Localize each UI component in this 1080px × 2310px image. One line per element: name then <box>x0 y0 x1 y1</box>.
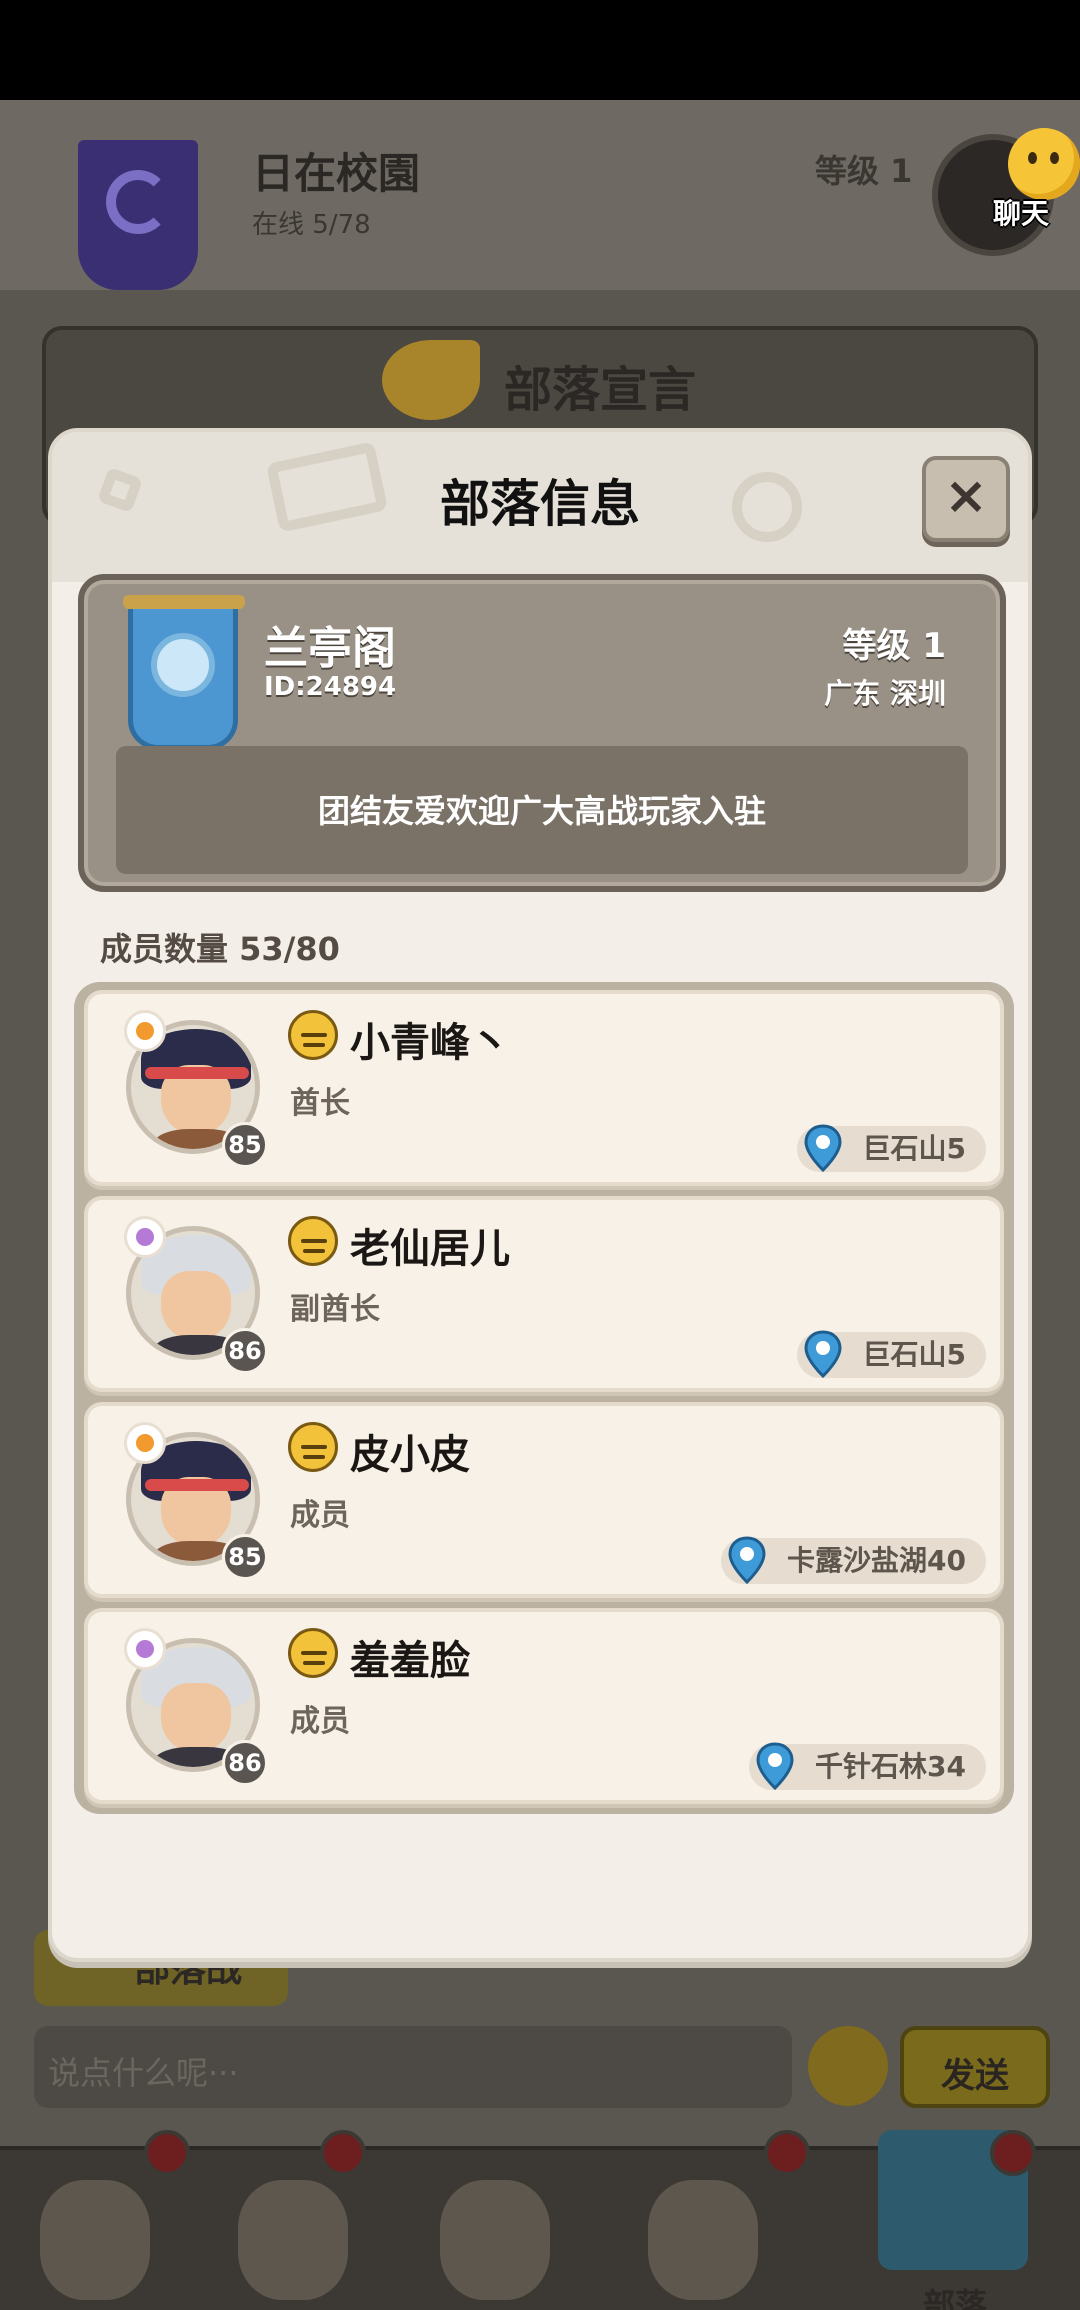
tribe-slogan: 团结友爱欢迎广大高战玩家入驻 <box>317 792 766 830</box>
member-role: 酋长 <box>290 1086 350 1121</box>
level-badge: 86 <box>222 1740 268 1786</box>
level-badge: 85 <box>222 1122 268 1168</box>
member-row[interactable]: 85 小青峰丶 酋长 巨石山5 <box>84 990 1004 1186</box>
tribe-banner-icon <box>78 140 198 290</box>
chat-input[interactable]: 说点什么呢··· <box>34 2026 792 2108</box>
member-role: 成员 <box>290 1704 350 1739</box>
emoji-icon <box>288 1422 338 1472</box>
emoji-icon <box>288 1628 338 1678</box>
level-badge: 86 <box>222 1328 268 1374</box>
location-pin-icon <box>756 1742 794 1790</box>
member-name: 老仙居儿 <box>350 1226 510 1272</box>
location-pill: 千针石林34 <box>749 1742 986 1790</box>
member-name: 皮小皮 <box>350 1432 470 1478</box>
notification-badge <box>764 2130 810 2176</box>
nav-hero-icon[interactable] <box>40 2180 150 2300</box>
nav-character-icon[interactable] <box>238 2180 348 2300</box>
tribe-level: 等级 1 <box>842 626 947 666</box>
chat-input-placeholder: 说点什么呢··· <box>48 2054 239 2092</box>
emoji-icon[interactable] <box>808 2026 888 2106</box>
class-icon <box>124 1422 166 1464</box>
notification-badge <box>990 2130 1036 2176</box>
member-role: 副酋长 <box>290 1292 380 1327</box>
close-button[interactable]: × <box>922 456 1010 542</box>
class-icon <box>124 1216 166 1258</box>
emoji-icon <box>288 1010 338 1060</box>
class-icon <box>124 1628 166 1670</box>
tribe-info-dialog: 部落信息 × 兰亭阁 ID:24894 等级 1 广东 深圳 团结友爱欢迎广大高… <box>48 428 1032 1962</box>
online-count: 在线 5/78 <box>252 210 371 240</box>
location-pin-icon <box>804 1330 842 1378</box>
declaration-title: 部落宣言 <box>504 362 697 418</box>
member-location: 巨石山5 <box>862 1132 966 1165</box>
member-row[interactable]: 85 皮小皮 成员 卡露沙盐湖40 <box>84 1402 1004 1598</box>
tribe-name: 兰亭阁 <box>264 623 396 674</box>
tribe-header: 日在校園 在线 5/78 等级 1 <box>0 100 1080 290</box>
tribe-flag-icon <box>123 595 245 750</box>
tribe-title: 日在校園 <box>252 149 421 198</box>
location-pill: 巨石山5 <box>796 1124 986 1172</box>
tribe-slogan-box: 团结友爱欢迎广大高战玩家入驻 <box>116 746 968 874</box>
tribe-level: 等级 1 <box>815 152 913 190</box>
notification-badge <box>144 2130 190 2176</box>
close-icon: × <box>944 466 988 526</box>
dialog-header: 部落信息 × <box>52 432 1028 582</box>
location-pin-icon <box>728 1536 766 1584</box>
member-location: 卡露沙盐湖40 <box>787 1544 966 1577</box>
member-name: 羞羞脸 <box>350 1638 470 1684</box>
location-pill: 卡露沙盐湖40 <box>721 1536 986 1584</box>
location-pill: 巨石山5 <box>796 1330 986 1378</box>
tribe-info-card: 兰亭阁 ID:24894 等级 1 广东 深圳 团结友爱欢迎广大高战玩家入驻 <box>78 574 1006 892</box>
tribe-id: ID:24894 <box>264 672 397 702</box>
nav-pet-icon[interactable] <box>648 2180 758 2300</box>
member-location: 千针石林34 <box>815 1750 966 1783</box>
member-count: 成员数量 53/80 <box>100 930 340 968</box>
member-row[interactable]: 86 老仙居儿 副酋长 巨石山5 <box>84 1196 1004 1392</box>
class-icon <box>124 1010 166 1052</box>
emoji-icon <box>288 1216 338 1266</box>
tribe-location: 广东 深圳 <box>824 677 946 710</box>
chat-label: 聊天 <box>992 197 1049 230</box>
member-row[interactable]: 86 羞羞脸 成员 千针石林34 <box>84 1608 1004 1804</box>
notification-badge <box>320 2130 366 2176</box>
chat-emoji-icon <box>1008 128 1080 200</box>
member-list: 85 小青峰丶 酋长 巨石山5 86 老仙居儿 副酋长 巨石山5 85 皮小皮 … <box>74 982 1014 1814</box>
member-location: 巨石山5 <box>862 1338 966 1371</box>
nav-weapon-icon[interactable] <box>440 2180 550 2300</box>
send-button[interactable]: 发送 <box>900 2026 1050 2108</box>
nav-tribe-label: 部落 <box>922 2286 987 2310</box>
horn-icon <box>382 340 480 420</box>
dialog-title: 部落信息 <box>440 475 640 533</box>
member-name: 小青峰丶 <box>350 1020 510 1066</box>
send-label: 发送 <box>941 2056 1009 2096</box>
level-badge: 85 <box>222 1534 268 1580</box>
location-pin-icon <box>804 1124 842 1172</box>
member-role: 成员 <box>290 1498 350 1533</box>
